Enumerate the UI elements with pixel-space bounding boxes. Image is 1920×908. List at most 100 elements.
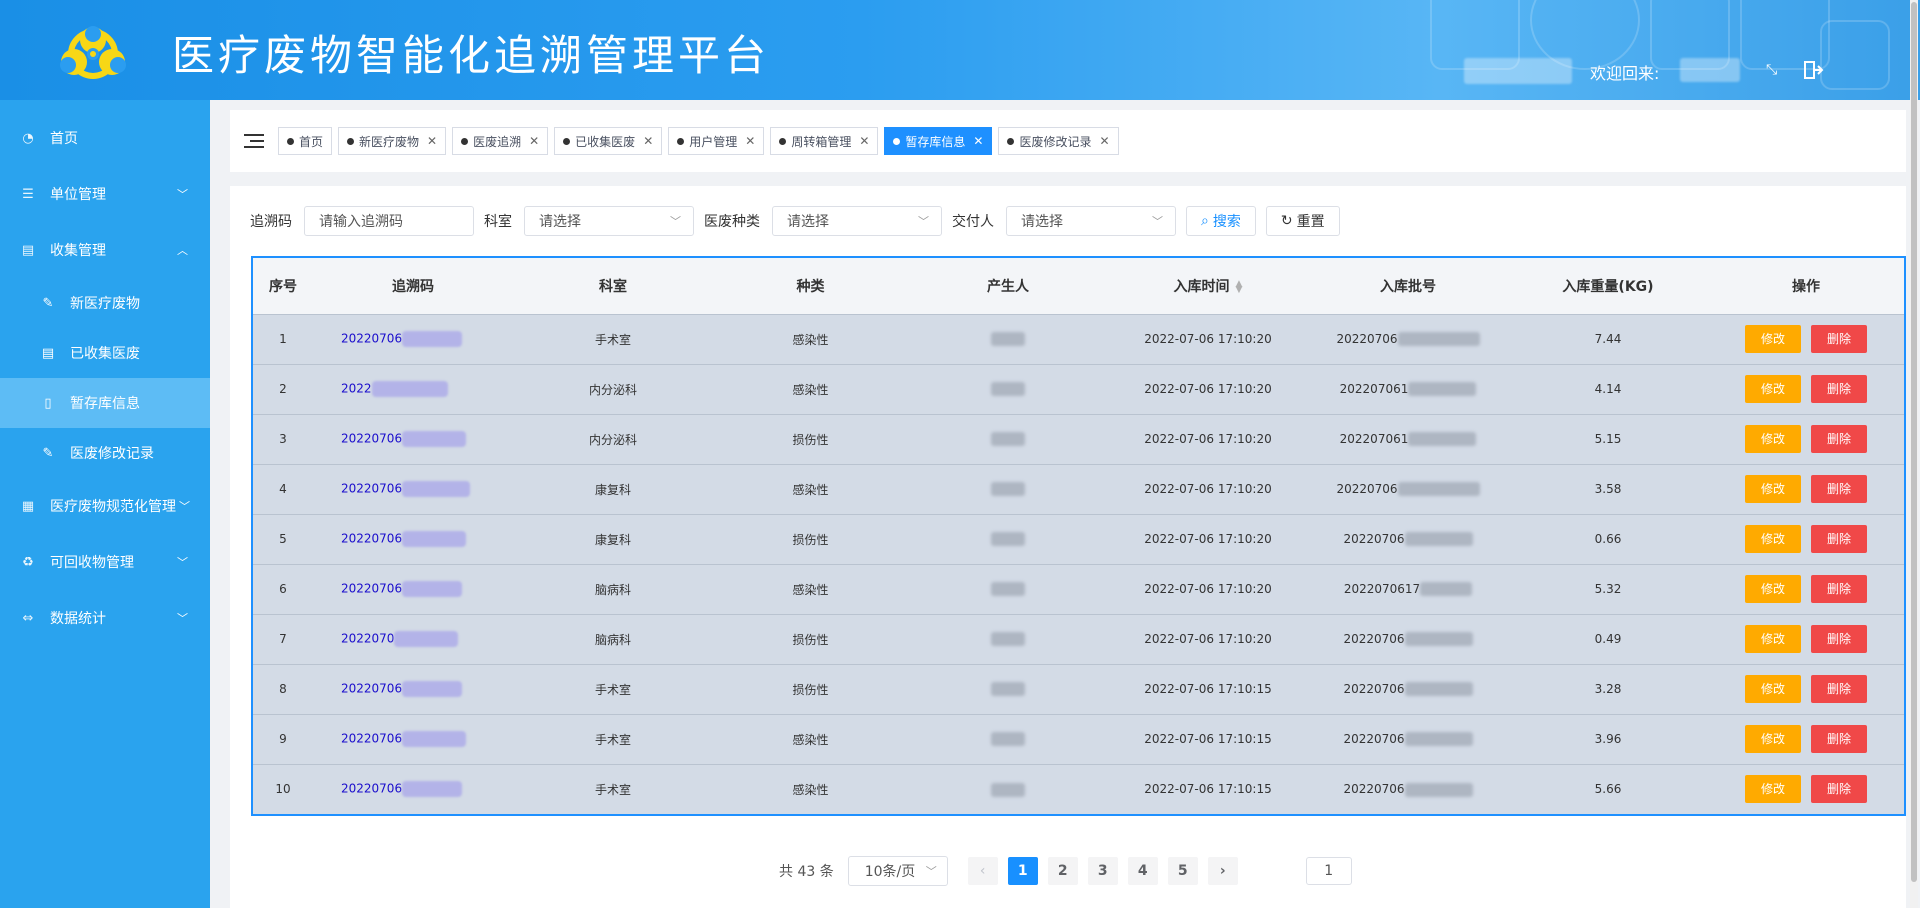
edit-button[interactable]: 修改 (1745, 325, 1801, 353)
close-icon[interactable]: ✕ (529, 134, 539, 148)
delete-button[interactable]: 删除 (1811, 525, 1867, 553)
trace-code-link[interactable]: 20220706 (341, 682, 402, 696)
search-button[interactable]: ⌕ 搜索 (1186, 206, 1256, 236)
dept-select[interactable]: 请选择 ﹀ (524, 206, 694, 236)
delete-button[interactable]: 删除 (1811, 375, 1867, 403)
fullscreen-icon[interactable]: ⤡ (1766, 62, 1777, 78)
col-header-weight: 入库重量(KG) (1562, 278, 1654, 295)
sidebar-item-unit-management[interactable]: ☰ 单位管理 ﹀ (0, 166, 210, 222)
page-button-4[interactable]: 4 (1127, 857, 1158, 885)
close-icon[interactable]: ✕ (859, 134, 869, 148)
tab-collected-waste[interactable]: 已收集医废 ✕ (554, 127, 663, 155)
page-scrollbar[interactable] (1910, 0, 1918, 908)
waste-type-select[interactable]: 请选择 ﹀ (772, 206, 942, 236)
edit-button[interactable]: 修改 (1745, 475, 1801, 503)
delete-button[interactable]: 删除 (1811, 575, 1867, 603)
edit-button[interactable]: 修改 (1745, 675, 1801, 703)
page-button-5[interactable]: 5 (1167, 857, 1198, 885)
page-button-1[interactable]: 1 (1007, 857, 1038, 885)
cell-time: 2022-07-06 17:10:20 (1144, 482, 1272, 496)
cell-code[interactable]: 20220706 (313, 414, 513, 464)
sort-icon[interactable]: ▲ ▼ (1236, 279, 1243, 294)
trace-code-link[interactable]: 20220706 (341, 582, 402, 596)
close-icon[interactable]: ✕ (427, 134, 437, 148)
cell-weight: 3.28 (1594, 682, 1622, 696)
trace-code-link[interactable]: 20220706 (341, 432, 402, 446)
sidebar-item-recyclables[interactable]: ♻ 可回收物管理 ﹀ (0, 534, 210, 590)
reset-button[interactable]: ↻ 重置 (1265, 206, 1340, 236)
delete-button[interactable]: 删除 (1811, 775, 1867, 804)
sidebar-item-home[interactable]: ◔ 首页 (0, 110, 210, 166)
page-button-2[interactable]: 2 (1047, 857, 1078, 885)
cell-producer (908, 464, 1108, 514)
col-header-time[interactable]: 入库时间 ▲ ▼ (1108, 258, 1308, 314)
sidebar-item-statistics[interactable]: ⇔ 数据统计 ﹀ (0, 590, 210, 646)
logout-icon[interactable] (1802, 60, 1824, 85)
cell-code[interactable]: 2022 (313, 364, 513, 414)
trace-code-link[interactable]: 20220706 (341, 732, 402, 746)
edit-button[interactable]: 修改 (1745, 375, 1801, 403)
edit-button[interactable]: 修改 (1745, 725, 1801, 753)
redacted-info (1464, 58, 1572, 84)
trace-code-link[interactable]: 20220706 (341, 332, 402, 346)
tab-home[interactable]: 首页 (278, 127, 333, 155)
cell-code[interactable]: 20220706 (313, 764, 513, 814)
cell-code[interactable]: 20220706 (313, 464, 513, 514)
cell-code[interactable]: 20220706 (313, 514, 513, 564)
next-page-button[interactable]: › (1207, 857, 1238, 885)
edit-button[interactable]: 修改 (1745, 625, 1801, 653)
sidebar-subitem-storage-info[interactable]: ▯ 暂存库信息 (0, 378, 210, 428)
tab-container-management[interactable]: 周转箱管理 ✕ (770, 127, 879, 155)
trace-code-input[interactable]: 请输入追溯码 (304, 206, 474, 236)
trace-code-link[interactable]: 2022070 (341, 632, 394, 646)
close-icon[interactable]: ✕ (973, 134, 983, 148)
cell-code[interactable]: 20220706 (313, 714, 513, 764)
sidebar-subitem-modify-records[interactable]: ✎ 医废修改记录 (0, 428, 210, 478)
edit-button[interactable]: 修改 (1745, 775, 1801, 804)
close-icon[interactable]: ✕ (643, 134, 653, 148)
menu-toggle-icon[interactable] (244, 133, 264, 149)
tab-new-waste[interactable]: 新医疗废物 ✕ (338, 127, 447, 155)
cell-code[interactable]: 20220706 (313, 314, 513, 364)
redacted-batch (1404, 732, 1473, 747)
tab-label: 周转箱管理 (791, 134, 852, 149)
sidebar-subitem-new-waste[interactable]: ✎ 新医疗废物 (0, 278, 210, 328)
col-header-actions: 操作 (1792, 278, 1820, 295)
delete-button[interactable]: 删除 (1811, 625, 1867, 653)
redacted-code (394, 631, 459, 647)
box-icon: ▤ (41, 345, 55, 361)
tab-modify-records[interactable]: 医废修改记录 ✕ (998, 127, 1119, 155)
page-size-select[interactable]: 10条/页 ﹀ (847, 856, 948, 886)
deliverer-select[interactable]: 请选择 ﹀ (1006, 206, 1176, 236)
close-icon[interactable]: ✕ (1100, 134, 1110, 148)
trace-code-link[interactable]: 20220706 (341, 782, 402, 796)
delete-button[interactable]: 删除 (1811, 475, 1867, 503)
delete-button[interactable]: 删除 (1811, 725, 1867, 753)
sidebar-item-label: 暂存库信息 (70, 396, 140, 412)
edit-button[interactable]: 修改 (1745, 425, 1801, 453)
prev-page-button[interactable]: ‹ (967, 857, 998, 885)
sidebar-item-waste-standardization[interactable]: ▦ 医疗废物规范化管理 ﹀ (0, 478, 210, 534)
cell-code[interactable]: 20220706 (313, 664, 513, 714)
delete-button[interactable]: 删除 (1811, 675, 1867, 703)
sidebar-subitem-collected-waste[interactable]: ▤ 已收集医废 (0, 328, 210, 378)
sidebar-item-collection-management[interactable]: ▤ 收集管理 ︿ (0, 222, 210, 278)
col-header-batch: 入库批号 (1380, 278, 1436, 295)
edit-button[interactable]: 修改 (1745, 525, 1801, 553)
cell-code[interactable]: 2022070 (313, 614, 513, 664)
cell-batch: 20220706 (1308, 314, 1508, 364)
trace-code-link[interactable]: 20220706 (341, 532, 402, 546)
tab-user-management[interactable]: 用户管理 ✕ (668, 127, 765, 155)
scrollbar-thumb[interactable] (1911, 2, 1917, 882)
edit-button[interactable]: 修改 (1745, 575, 1801, 603)
delete-button[interactable]: 删除 (1811, 325, 1867, 353)
delete-button[interactable]: 删除 (1811, 425, 1867, 453)
page-jump-input[interactable]: 1 (1305, 857, 1352, 885)
trace-code-link[interactable]: 2022 (341, 382, 372, 396)
close-icon[interactable]: ✕ (745, 134, 755, 148)
tab-storage-info[interactable]: 暂存库信息 ✕ (884, 127, 993, 155)
tab-waste-trace[interactable]: 医废追溯 ✕ (452, 127, 549, 155)
trace-code-link[interactable]: 20220706 (341, 482, 402, 496)
page-button-3[interactable]: 3 (1087, 857, 1118, 885)
cell-code[interactable]: 20220706 (313, 564, 513, 614)
